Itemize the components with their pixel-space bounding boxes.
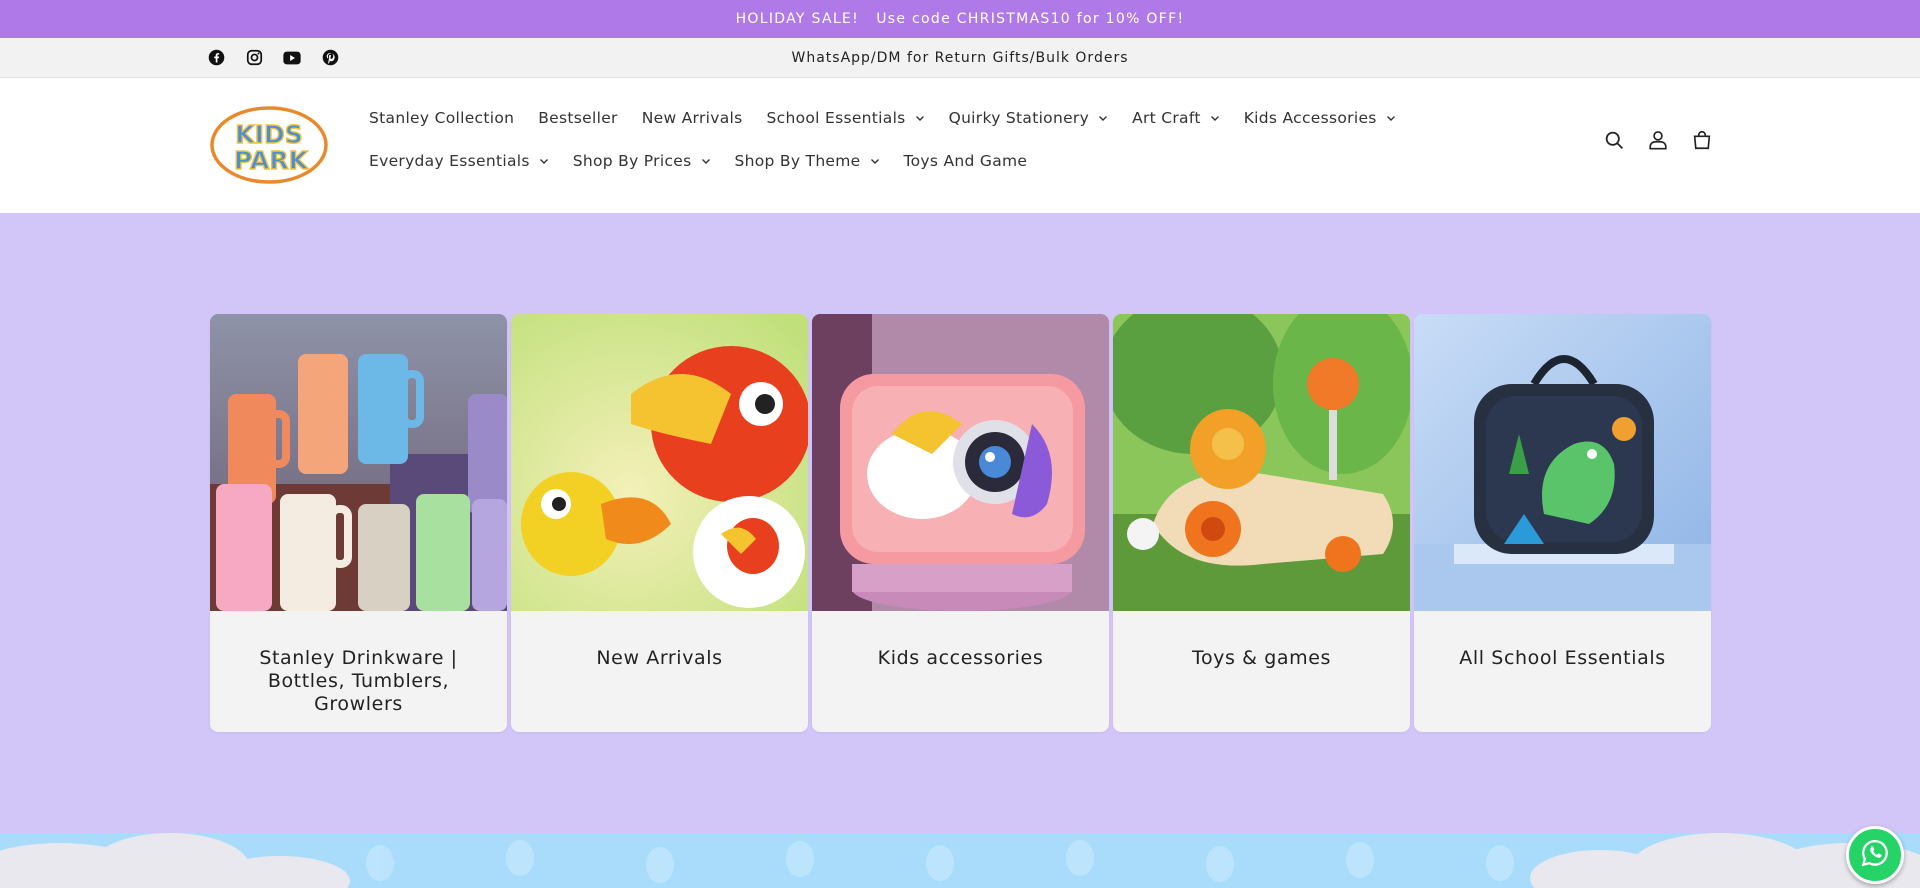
nav-item-label: School Essentials: [766, 108, 906, 127]
nav-item-everyday-essentials[interactable]: Everyday Essentials: [358, 139, 560, 182]
nav-item-bestseller[interactable]: Bestseller: [527, 96, 628, 139]
collection-card-kids-accessories[interactable]: Kids accessories: [812, 314, 1109, 732]
store-logo[interactable]: KIDS PARK: [210, 106, 328, 184]
nav-item-label: Everyday Essentials: [369, 151, 530, 170]
nav-item-art-craft[interactable]: Art Craft: [1121, 96, 1231, 139]
nav-item-label: Kids Accessories: [1243, 108, 1377, 127]
nav-item-label: Toys And Game: [903, 151, 1028, 170]
announcement-bar: HOLIDAY SALE! Use code CHRISTMAS10 for 1…: [0, 0, 1920, 38]
collection-image-toys-games: [1113, 314, 1410, 611]
promo-banner: [0, 833, 1920, 888]
collection-image-new-arrivals: [511, 314, 808, 611]
collection-title: New Arrivals: [596, 647, 723, 669]
nav-item-label: New Arrivals: [641, 108, 743, 127]
chevron-down-icon: [1098, 113, 1108, 123]
youtube-icon[interactable]: [282, 48, 302, 68]
collection-image-stanley: [210, 314, 507, 611]
announcement-text: HOLIDAY SALE! Use code CHRISTMAS10 for 1…: [735, 11, 1185, 27]
main-navigation: Stanley Collection Bestseller New Arrivals…: [358, 96, 1558, 182]
chevron-down-icon: [701, 156, 711, 166]
collection-grid: Stanley Drinkware | Bottles, Tumblers, G…: [210, 314, 1711, 732]
header-actions: [1602, 128, 1714, 152]
chevron-down-icon: [539, 156, 549, 166]
collection-card-stanley[interactable]: Stanley Drinkware | Bottles, Tumblers, G…: [210, 314, 507, 732]
collection-image-kids-accessories: [812, 314, 1109, 611]
whatsapp-chat-button[interactable]: [1846, 826, 1904, 884]
nav-item-toys-and-game[interactable]: Toys And Game: [893, 139, 1039, 182]
nav-item-shop-by-theme[interactable]: Shop By Theme: [724, 139, 891, 182]
collection-title: Kids accessories: [877, 647, 1044, 669]
nav-item-new-arrivals[interactable]: New Arrivals: [631, 96, 754, 139]
search-icon[interactable]: [1602, 128, 1626, 152]
chevron-down-icon: [1386, 113, 1396, 123]
collection-section: Stanley Drinkware | Bottles, Tumblers, G…: [0, 213, 1920, 833]
collection-title: Stanley Drinkware | Bottles, Tumblers, G…: [259, 647, 458, 715]
collection-card-school-essentials[interactable]: All School Essentials: [1414, 314, 1711, 732]
site-header: KIDS PARK Stanley Collection Bestseller Ne…: [0, 78, 1920, 212]
nav-item-label: Shop By Theme: [734, 151, 861, 170]
nav-item-label: Quirky Stationery: [948, 108, 1090, 127]
account-icon[interactable]: [1646, 128, 1670, 152]
collection-card-toys-games[interactable]: Toys & games: [1113, 314, 1410, 732]
nav-item-label: Stanley Collection: [369, 108, 515, 127]
pinterest-icon[interactable]: [320, 48, 340, 68]
nav-item-stanley-collection[interactable]: Stanley Collection: [358, 96, 525, 139]
utility-text: WhatsApp/DM for Return Gifts/Bulk Orders: [791, 49, 1129, 66]
utility-bar: WhatsApp/DM for Return Gifts/Bulk Orders: [0, 38, 1920, 78]
facebook-icon[interactable]: [206, 48, 226, 68]
chevron-down-icon: [870, 156, 880, 166]
nav-item-label: Art Craft: [1132, 108, 1201, 127]
logo-word-1: KIDS: [235, 120, 302, 149]
nav-item-shop-by-prices[interactable]: Shop By Prices: [562, 139, 722, 182]
whatsapp-icon: [1860, 838, 1890, 872]
nav-item-label: Shop By Prices: [572, 151, 692, 170]
nav-item-label: Bestseller: [538, 108, 618, 127]
social-links: [206, 38, 340, 77]
collection-title: All School Essentials: [1459, 647, 1666, 669]
logo-word-2: PARK: [234, 146, 310, 175]
nav-item-kids-accessories[interactable]: Kids Accessories: [1233, 96, 1407, 139]
instagram-icon[interactable]: [244, 48, 264, 68]
nav-item-quirky-stationery[interactable]: Quirky Stationery: [938, 96, 1120, 139]
chevron-down-icon: [1210, 113, 1220, 123]
cart-icon[interactable]: [1690, 128, 1714, 152]
chevron-down-icon: [915, 113, 925, 123]
collection-image-school-essentials: [1414, 314, 1711, 611]
collection-title: Toys & games: [1191, 647, 1332, 669]
collection-card-new-arrivals[interactable]: New Arrivals: [511, 314, 808, 732]
nav-item-school-essentials[interactable]: School Essentials: [756, 96, 936, 139]
